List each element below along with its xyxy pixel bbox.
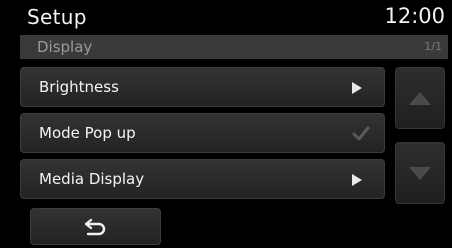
menu-item-mode-pop-up[interactable]: Mode Pop up (20, 113, 385, 153)
page-indicator: 1/1 (424, 40, 442, 53)
status-header: Setup 12:00 (0, 0, 452, 33)
chevron-right-icon (352, 82, 362, 94)
page-title: Setup (27, 5, 87, 29)
back-arrow-icon (84, 218, 106, 236)
section-title: Display (37, 38, 93, 56)
triangle-up-icon (409, 92, 431, 105)
menu-item-label: Mode Pop up (39, 124, 136, 142)
back-button[interactable] (30, 208, 161, 245)
scroll-up-button[interactable] (395, 67, 445, 129)
clock: 12:00 (384, 4, 445, 28)
menu-item-media-display[interactable]: Media Display (20, 159, 385, 199)
triangle-down-icon (409, 167, 431, 180)
checkbox-checked-icon[interactable] (351, 124, 371, 144)
menu-item-brightness[interactable]: Brightness (20, 67, 385, 107)
section-bar: Display 1/1 (20, 35, 448, 59)
chevron-right-icon (352, 174, 362, 186)
menu-item-label: Brightness (39, 78, 119, 96)
scroll-down-button[interactable] (395, 142, 445, 204)
menu-item-label: Media Display (39, 170, 145, 188)
